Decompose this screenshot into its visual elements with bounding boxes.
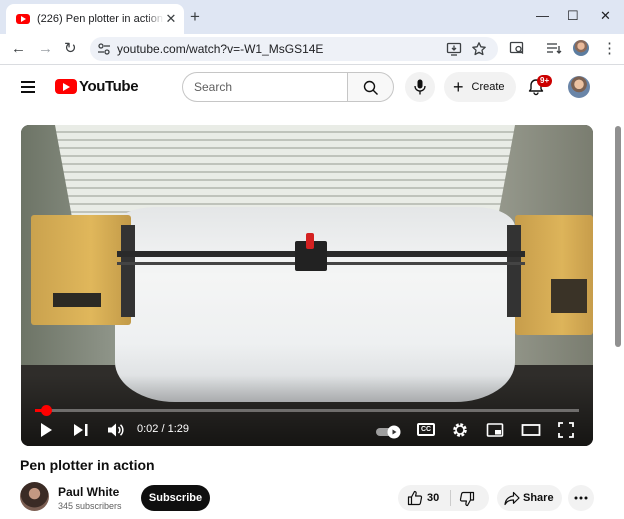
search-input[interactable]: Search [182,72,348,102]
maximize-button[interactable]: ☐ [567,8,579,24]
search-button[interactable] [347,72,394,102]
video-frame-plotter-right-housing [515,215,593,335]
voice-search-button[interactable] [405,72,435,102]
fullscreen-icon[interactable] [557,421,575,439]
subtitles-icon[interactable]: CC [417,423,435,436]
reload-button[interactable]: ↻ [64,40,77,58]
video-frame-pen [306,233,314,249]
reading-list-icon[interactable] [546,40,562,56]
account-avatar[interactable] [568,76,590,98]
tab-title: (226) Pen plotter in action - YouTube [37,13,164,25]
new-tab-button[interactable]: + [190,8,200,25]
close-window-button[interactable]: ✕ [600,8,611,24]
install-app-icon[interactable] [446,41,462,57]
play-icon[interactable] [39,421,53,439]
video-title: Pen plotter in action [20,457,155,473]
video-frame-plotter-left-housing [31,215,131,325]
bookmark-star-icon[interactable] [471,41,487,57]
create-label: Create [471,81,505,93]
like-divider [450,490,451,506]
notification-badge: 9+ [537,75,553,87]
share-label: Share [523,492,554,504]
like-count: 30 [427,492,440,504]
more-actions-button[interactable] [568,485,594,511]
autoplay-toggle[interactable] [375,423,403,441]
browser-tab[interactable]: (226) Pen plotter in action - YouTube ✕ [6,4,184,34]
video-player[interactable]: 0:02 / 1:29 CC [21,125,593,446]
youtube-play-logo-icon [55,79,77,94]
video-frame-rail-right [507,225,521,317]
search-icon [363,80,378,95]
back-button[interactable]: ← [11,40,26,58]
volume-icon[interactable] [107,421,125,439]
more-horizontal-icon [574,496,588,500]
like-thumb-up-icon[interactable] [407,490,423,506]
hamburger-menu-icon[interactable] [21,81,35,93]
browser-tab-strip: (226) Pen plotter in action - YouTube ✕ … [0,0,624,34]
video-frame-rail-left [121,225,135,317]
microphone-icon [414,79,426,95]
dislike-thumb-down-icon[interactable] [459,491,475,507]
browser-toolbar: ← → ↻ youtube.com/watch?v=-W1_MsGS14E ⋮ [0,34,624,64]
create-button[interactable]: + Create [444,72,516,102]
scrollbar-thumb[interactable] [615,126,621,347]
search-tabs-icon[interactable] [509,40,525,56]
youtube-favicon-icon [16,14,30,24]
theater-mode-icon[interactable] [521,421,541,439]
address-bar[interactable]: youtube.com/watch?v=-W1_MsGS14E [90,37,498,61]
miniplayer-icon[interactable] [486,421,504,439]
share-button[interactable]: Share [497,485,562,511]
minimize-button[interactable]: — [536,8,549,24]
next-video-icon[interactable] [73,421,89,439]
site-info-icon[interactable] [98,42,110,56]
close-tab-icon[interactable]: ✕ [164,12,178,26]
video-progress-bar[interactable] [35,405,579,416]
youtube-logo-text: YouTube [79,78,139,95]
like-dislike-group: 30 [398,485,489,511]
forward-button[interactable]: → [38,40,53,58]
youtube-header: YouTube Search + Create 9+ [0,65,624,111]
browser-menu-button[interactable]: ⋮ [602,40,617,58]
youtube-logo[interactable]: YouTube [55,78,139,95]
video-frame-plotter-paper [115,207,515,402]
channel-avatar[interactable] [20,482,49,511]
plus-icon: + [453,77,464,97]
url-text: youtube.com/watch?v=-W1_MsGS14E [117,42,324,56]
settings-gear-icon[interactable] [451,421,469,439]
subscribe-button[interactable]: Subscribe [141,485,210,511]
channel-name[interactable]: Paul White [58,485,119,499]
share-arrow-icon [504,491,520,506]
browser-profile-avatar[interactable] [573,40,589,56]
subscriber-count: 345 subscribers [58,501,122,511]
video-time-display: 0:02 / 1:29 [137,423,189,435]
